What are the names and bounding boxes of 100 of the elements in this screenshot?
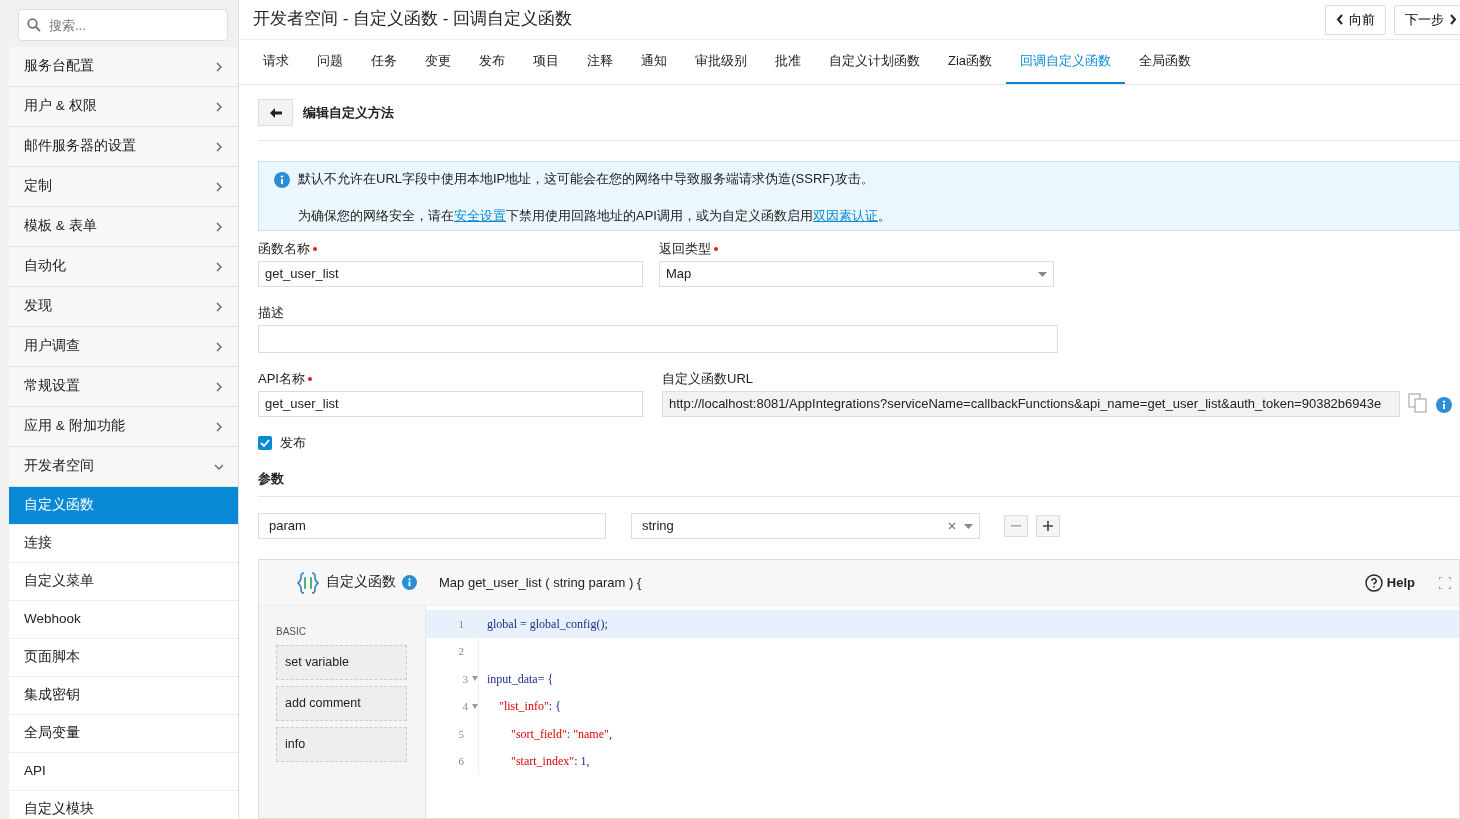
chevron-right-icon <box>215 180 223 193</box>
link[interactable]: 安全设置 <box>454 208 506 223</box>
previous-button[interactable]: 向前 <box>1325 4 1386 35</box>
info-icon <box>274 172 290 188</box>
snippet-item[interactable]: set variable <box>276 645 407 680</box>
tab[interactable]: 通知 <box>627 40 681 84</box>
info-icon <box>1436 397 1452 413</box>
tab[interactable]: 审批级别 <box>681 40 761 84</box>
tab[interactable]: 变更 <box>411 40 465 84</box>
sidebar-item[interactable]: 常规设置 <box>9 367 238 407</box>
sidebar-subitem[interactable]: API <box>9 753 238 791</box>
sidebar-item[interactable]: 定制 <box>9 167 238 207</box>
tab[interactable]: 项目 <box>519 40 573 84</box>
tab[interactable]: Zia函数 <box>934 40 1007 84</box>
param-name-field[interactable]: param <box>258 513 606 539</box>
chevron-right-icon <box>215 340 223 353</box>
sidebar-subitem[interactable]: 集成密钥 <box>9 677 238 715</box>
sidebar-subitem[interactable]: 自定义函数 <box>9 487 238 525</box>
sidebar-item[interactable]: 用户调查 <box>9 327 238 367</box>
line-number: 6 <box>458 754 464 769</box>
tab[interactable]: 请求 <box>249 40 303 84</box>
line-number: 5 <box>458 726 464 742</box>
line-number: 4 <box>462 699 468 714</box>
sidebar-subitem[interactable]: 页面脚本 <box>9 639 238 677</box>
page-title: 开发者空间 - 自定义函数 - 回调自定义函数 <box>253 9 573 30</box>
tab[interactable]: 任务 <box>357 40 411 84</box>
chevron-right-icon <box>215 300 223 313</box>
tab[interactable]: 自定义计划函数 <box>815 40 934 84</box>
api-name-field[interactable]: get_user_list <box>258 391 643 417</box>
sidebar-subitem[interactable]: 自定义模块 <box>9 791 238 819</box>
function-url-field[interactable]: http://localhost:8081/AppIntegrations?serviceName=callbackFunctions&api_name=get_user_list&auth_token=90382b6943e <box>662 391 1400 417</box>
back-arrow-icon <box>269 107 282 118</box>
sidebar-subitem[interactable]: 全局变量 <box>9 715 238 753</box>
sidebar-item[interactable]: 服务台配置 <box>9 47 238 87</box>
function-braces-icon <box>296 570 320 595</box>
description-field[interactable] <box>258 325 1058 353</box>
search-field[interactable]: 搜索... <box>18 9 228 41</box>
chevron-right-icon <box>215 140 223 153</box>
tab[interactable]: 发布 <box>465 40 519 84</box>
sidebar-item[interactable]: 应用 & 附加功能 <box>9 407 238 447</box>
function-name-label: 函数名称 <box>258 240 310 259</box>
param-type-select[interactable]: string <box>631 513 980 539</box>
sidebar-subitem[interactable]: 连接 <box>9 525 238 563</box>
copy-icon[interactable] <box>1408 393 1428 413</box>
clear-icon[interactable] <box>948 522 956 530</box>
tab[interactable]: 注释 <box>573 40 627 84</box>
sidebar-item[interactable]: 邮件服务器的设置 <box>9 127 238 167</box>
help-link[interactable]: Help <box>1364 572 1415 593</box>
sidebar-item[interactable]: 用户 & 权限 <box>9 87 238 127</box>
tab[interactable]: 全局函数 <box>1125 40 1206 84</box>
chevron-right-icon <box>215 60 223 73</box>
dropdown-arrow-icon <box>1038 271 1047 277</box>
code-text: "sort_field": "name", <box>510 725 612 743</box>
chevron-right-icon <box>1449 14 1457 25</box>
info-icon <box>402 575 417 590</box>
editor-title: 自定义函数 <box>326 573 396 592</box>
chevron-right-icon <box>215 100 223 113</box>
sidebar-item[interactable]: 模板 & 表单 <box>9 207 238 247</box>
sidebar-item[interactable]: 自动化 <box>9 247 238 287</box>
snippet-item[interactable]: info <box>276 727 407 762</box>
sidebar-item[interactable]: 开发者空间 <box>9 447 238 487</box>
publish-checkbox[interactable] <box>258 435 272 450</box>
code-text: "list_info": { <box>498 698 561 716</box>
chevron-right-icon <box>215 260 223 273</box>
next-button[interactable]: 下一步 <box>1394 4 1460 35</box>
params-heading: 参数 <box>258 468 1460 497</box>
line-number: 1 <box>458 616 464 632</box>
function-name-field[interactable]: get_user_list <box>258 261 643 287</box>
sidebar-subitem[interactable]: 自定义菜单 <box>9 563 238 601</box>
api-name-label: API名称 <box>258 370 305 389</box>
chevron-right-icon <box>215 420 223 433</box>
code-text: "start_index": 1, <box>510 753 590 771</box>
minus-icon <box>1011 525 1021 527</box>
plus-icon <box>1043 521 1053 531</box>
sidebar-subitem[interactable]: Webhook <box>9 601 238 639</box>
tab[interactable]: 回调自定义函数 <box>1006 40 1126 84</box>
back-button[interactable] <box>258 99 293 126</box>
add-param-button[interactable] <box>1036 515 1060 537</box>
publish-label: 发布 <box>280 434 306 452</box>
return-type-select[interactable]: Map <box>659 261 1054 287</box>
section-title: 编辑自定义方法 <box>303 103 394 122</box>
link[interactable]: 双因素认证 <box>812 208 878 223</box>
fold-arrow-icon[interactable] <box>472 703 478 709</box>
return-type-label: 返回类型 <box>659 240 711 259</box>
description-label: 描述 <box>258 304 284 323</box>
function-signature: Map get_user_list ( string param ) { <box>439 573 642 592</box>
line-number: 3 <box>462 671 468 687</box>
code-text: input_data= { <box>487 670 554 688</box>
chevron-right-icon <box>215 380 223 393</box>
chevron-left-icon <box>1336 14 1344 25</box>
tab[interactable]: 批准 <box>761 40 815 84</box>
function-url-label: 自定义函数URL <box>662 370 753 389</box>
fold-arrow-icon[interactable] <box>472 676 478 682</box>
snippet-item[interactable]: add comment <box>276 686 407 721</box>
line-number: 2 <box>458 644 464 659</box>
help-icon <box>1364 573 1383 592</box>
sidebar-item[interactable]: 发现 <box>9 287 238 327</box>
remove-param-button[interactable] <box>1004 515 1028 537</box>
fullscreen-icon[interactable] <box>1439 576 1451 589</box>
tab[interactable]: 问题 <box>303 40 357 84</box>
